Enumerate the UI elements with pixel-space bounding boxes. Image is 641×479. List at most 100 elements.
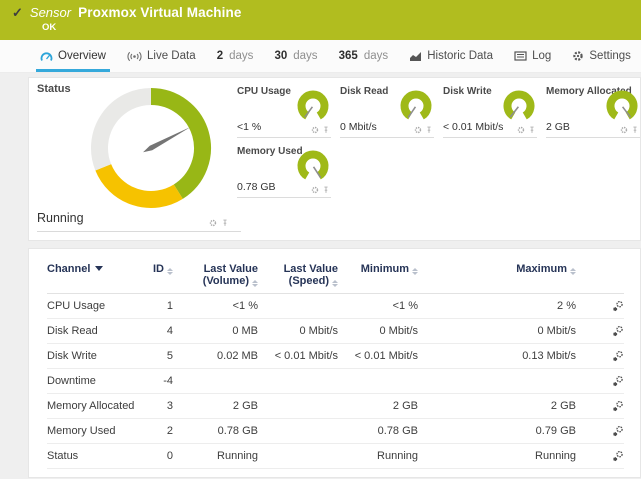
pin-icon[interactable]	[322, 186, 330, 194]
cell-id: 0	[139, 450, 173, 462]
ok-check-icon: ✓	[12, 5, 23, 21]
col-last-value-speed[interactable]: Last Value (Speed)	[258, 263, 338, 287]
gauges-panel: Status Running CPU Usage<1 %Disk Read0 M…	[28, 77, 641, 241]
tab-number: 2	[217, 50, 223, 62]
sensor-header: ✓ Sensor Proxmox Virtual Machine OK	[0, 0, 641, 40]
status-badge: OK	[42, 22, 641, 33]
mini-gauge-value: 0 Mbit/s	[340, 121, 377, 133]
cell-last-value-volume: 0 MB	[173, 325, 258, 337]
cell-maximum: 0.13 Mbit/s	[418, 350, 576, 362]
col-sublabel: (Volume)	[203, 275, 249, 287]
gear-icon[interactable]	[517, 126, 525, 134]
sort-icon	[332, 280, 338, 287]
tab-live-data[interactable]: Live Data	[125, 40, 198, 72]
mini-gauge-memory-used[interactable]: Memory Used0.78 GB	[237, 146, 331, 198]
status-gauge-needle	[143, 127, 191, 152]
cell-id: 4	[139, 325, 173, 337]
tab-30-days[interactable]: 30 days	[272, 40, 319, 72]
channel-settings-icon[interactable]	[612, 450, 624, 462]
tab-365-days[interactable]: 365 days	[337, 40, 390, 72]
tab-label: Settings	[589, 50, 631, 62]
tab-settings[interactable]: Settings	[570, 40, 633, 72]
tab-label: Historic Data	[427, 50, 493, 62]
tab-overview[interactable]: Overview	[38, 40, 108, 72]
status-underline	[37, 231, 241, 232]
cell-actions	[576, 450, 624, 462]
mini-gauge-actions	[620, 126, 639, 134]
gauge-icon	[40, 51, 53, 62]
sort-desc-icon	[95, 266, 103, 271]
cell-minimum: 0 Mbit/s	[338, 325, 418, 337]
col-last-value-volume[interactable]: Last Value (Volume)	[173, 263, 258, 287]
table-row: Disk Write50.02 MB< 0.01 Mbit/s< 0.01 Mb…	[47, 344, 624, 369]
mini-gauge-dial	[499, 88, 539, 124]
tab-historic-data[interactable]: Historic Data	[407, 40, 495, 72]
channel-settings-icon[interactable]	[612, 400, 624, 412]
area-chart-icon	[409, 51, 422, 62]
cell-last-value-volume: 0.02 MB	[173, 350, 258, 362]
mini-gauge-dial	[396, 88, 436, 124]
mini-gauge-cpu-usage[interactable]: CPU Usage<1 %	[237, 86, 331, 138]
table-row: Status0RunningRunningRunning	[47, 444, 624, 469]
pin-icon[interactable]	[425, 126, 433, 134]
cell-actions	[576, 350, 624, 362]
mini-gauge-actions	[311, 186, 330, 194]
tab-log[interactable]: Log	[512, 40, 553, 72]
col-minimum[interactable]: Minimum	[338, 263, 418, 275]
cell-last-value-volume: Running	[173, 450, 258, 462]
cell-last-value-speed: < 0.01 Mbit/s	[258, 350, 338, 362]
tab-label: Log	[532, 50, 551, 62]
cell-actions	[576, 375, 624, 387]
log-icon	[514, 51, 527, 61]
col-label: Last Value	[204, 263, 258, 275]
sensor-kind-label: Sensor	[30, 5, 71, 20]
live-signal-icon	[127, 51, 142, 62]
tab-label: days	[293, 50, 317, 62]
table-header: Channel ID Last Value (Volume) Last Valu…	[47, 263, 624, 294]
table-row: Memory Used20.78 GB0.78 GB0.79 GB	[47, 419, 624, 444]
status-gauge[interactable]	[87, 84, 215, 212]
cell-channel: CPU Usage	[47, 300, 139, 312]
col-id[interactable]: ID	[139, 263, 173, 275]
col-channel[interactable]: Channel	[47, 263, 139, 275]
table-row: Memory Allocated32 GB2 GB2 GB	[47, 394, 624, 419]
mini-gauge-memory-allocated[interactable]: Memory Allocated2 GB	[546, 86, 640, 138]
pin-icon[interactable]	[631, 126, 639, 134]
pin-icon[interactable]	[221, 219, 229, 227]
tab-2-days[interactable]: 2 days	[215, 40, 256, 72]
cell-channel: Disk Read	[47, 325, 139, 337]
gear-icon[interactable]	[311, 126, 319, 134]
channel-settings-icon[interactable]	[612, 375, 624, 387]
col-label: Maximum	[516, 263, 567, 275]
status-gauge-segment	[103, 167, 178, 199]
mini-gauge-disk-write[interactable]: Disk Write< 0.01 Mbit/s	[443, 86, 537, 138]
mini-gauge-label: CPU Usage	[237, 86, 291, 98]
gear-icon[interactable]	[311, 186, 319, 194]
mini-gauge-disk-read[interactable]: Disk Read0 Mbit/s	[340, 86, 434, 138]
channel-settings-icon[interactable]	[612, 350, 624, 362]
overview-page: Status Running CPU Usage<1 %Disk Read0 M…	[0, 73, 641, 478]
cell-channel: Disk Write	[47, 350, 139, 362]
gear-icon[interactable]	[620, 126, 628, 134]
gear-icon[interactable]	[414, 126, 422, 134]
cell-minimum: 0.78 GB	[338, 425, 418, 437]
col-maximum[interactable]: Maximum	[418, 263, 576, 275]
channel-settings-icon[interactable]	[612, 425, 624, 437]
cell-maximum: 2 %	[418, 300, 576, 312]
table-body: CPU Usage1<1 %<1 %2 %Disk Read40 MB0 Mbi…	[47, 294, 624, 469]
cell-maximum: Running	[418, 450, 576, 462]
pin-icon[interactable]	[322, 126, 330, 134]
mini-gauge-actions	[517, 126, 536, 134]
mini-gauge-dial	[293, 148, 333, 184]
cell-channel: Memory Used	[47, 425, 139, 437]
channel-settings-icon[interactable]	[612, 325, 624, 337]
col-label: Minimum	[361, 263, 409, 275]
channel-settings-icon[interactable]	[612, 300, 624, 312]
pin-icon[interactable]	[528, 126, 536, 134]
cell-id: 2	[139, 425, 173, 437]
cell-id: -4	[139, 375, 173, 387]
cell-channel: Memory Allocated	[47, 400, 139, 412]
tab-number: 30	[274, 50, 287, 62]
cell-minimum: 2 GB	[338, 400, 418, 412]
gear-icon[interactable]	[209, 219, 217, 227]
